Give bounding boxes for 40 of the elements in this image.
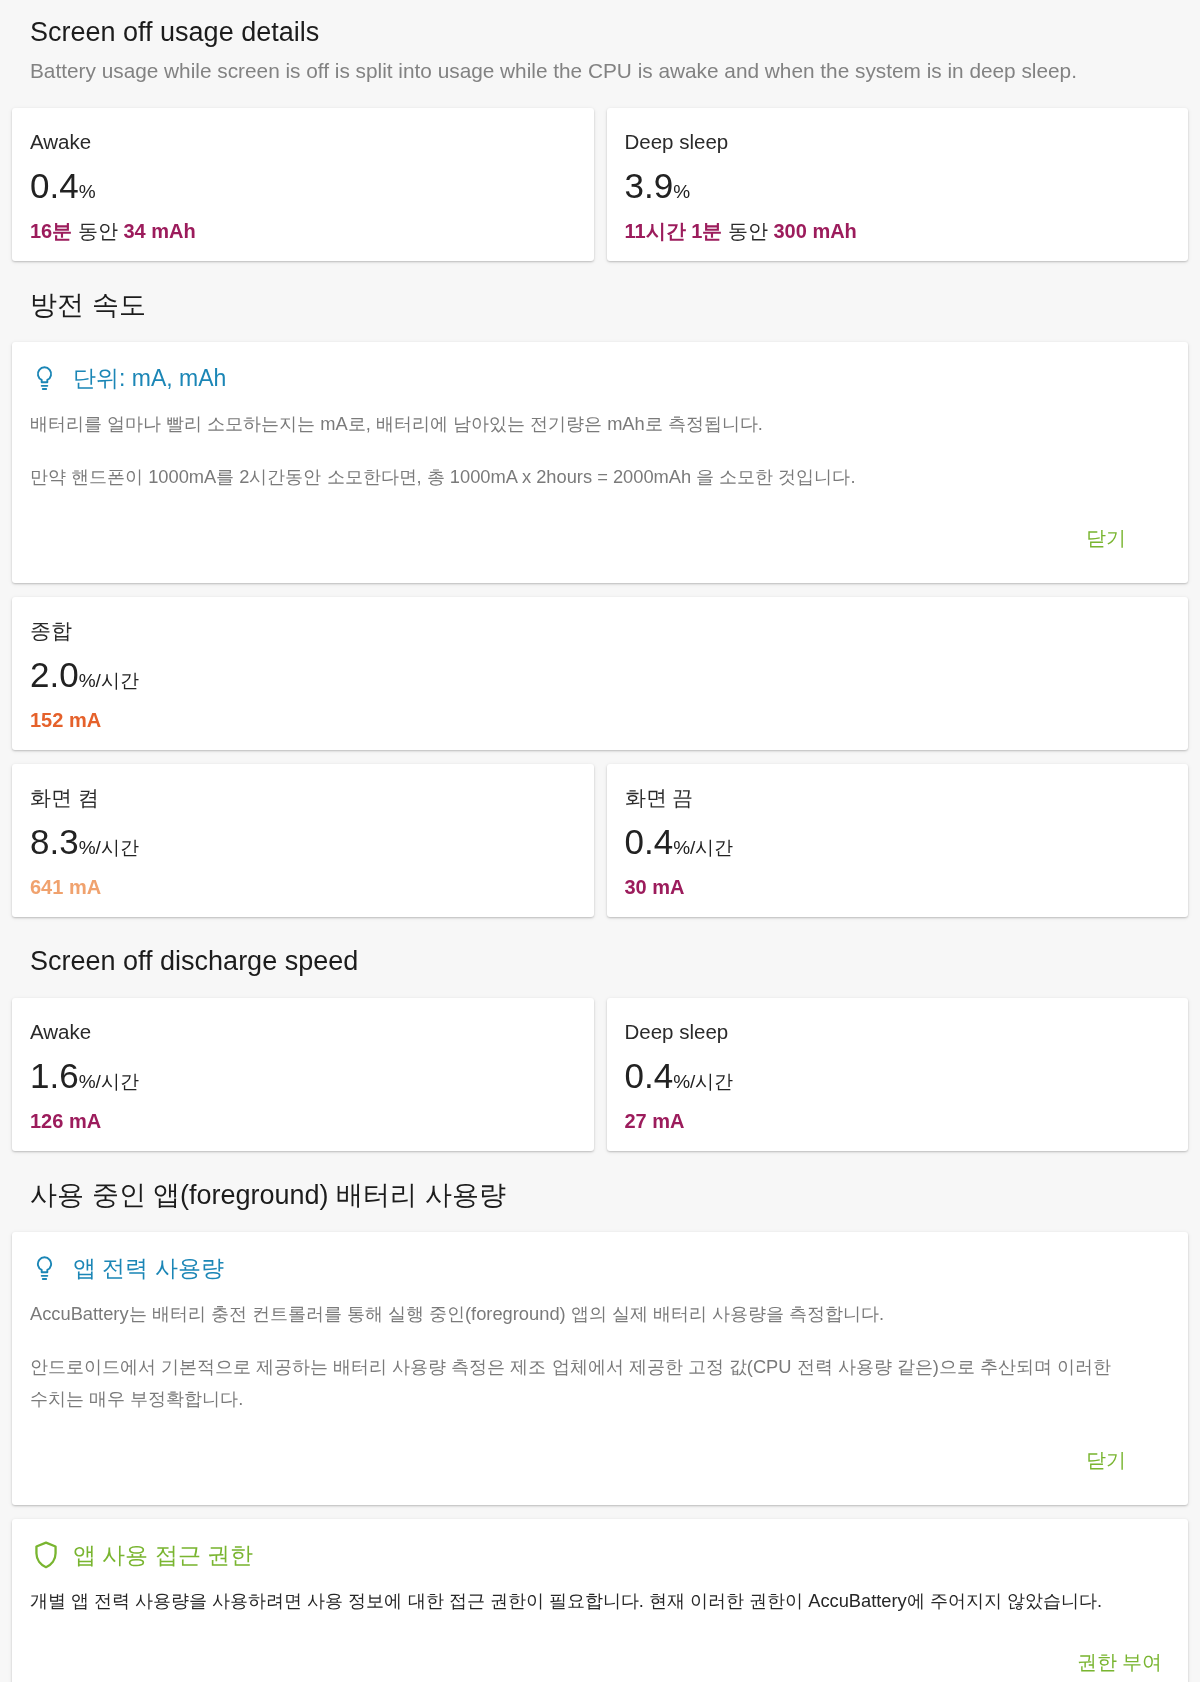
section-title: Screen off discharge speed: [30, 945, 360, 978]
stat-detail: 152 mA: [30, 708, 103, 733]
grant-permission-button[interactable]: 권한 부여: [1068, 1644, 1170, 1680]
section-title: 방전 속도: [30, 289, 147, 322]
permission-title: 앱 사용 접근 권한: [73, 1541, 254, 1569]
stat-detail: 16분 동안 34 mAh: [30, 219, 197, 244]
shield-icon: [35, 1541, 57, 1569]
stat-label: Awake: [30, 1019, 93, 1045]
section-title: Screen off usage details: [30, 16, 321, 49]
section-description: Battery usage while screen is off is split into usage while the CPU is awake and when the system is in deep sleep.: [30, 58, 1078, 84]
stat-value: 0.4%/시간: [624, 1055, 735, 1097]
tip-title: 단위: mA, mAh: [73, 364, 227, 392]
dismiss-button[interactable]: 닫기: [1062, 520, 1150, 556]
stat-label: Deep sleep: [624, 1019, 730, 1045]
lightbulb-icon: [36, 1255, 53, 1281]
tip-title: 앱 전력 사용량: [73, 1254, 224, 1282]
section-title: 사용 중인 앱(foreground) 배터리 사용량: [30, 1179, 507, 1212]
stat-label: 종합: [30, 618, 73, 644]
stat-value: 1.6%/시간: [30, 1055, 140, 1097]
tip-text: 안드로이드에서 기본적으로 제공하는 배터리 사용량 측정은 제조 업체에서 제공한 고정 값(CPU 전력 사용량 같은)으로 추산되며 이러한 수치는 매우 부정확합니다.: [30, 1355, 1112, 1411]
stat-value: 8.3%/시간: [30, 821, 140, 863]
stat-label: Deep sleep: [624, 129, 730, 155]
stat-value: 2.0%/시간: [30, 654, 140, 696]
tip-text: 만약 핸드폰이 1000mA를 2시간동안 소모한다면, 총 1000mA x 2hours = 2000mAh 을 소모한 것입니다.: [30, 465, 857, 489]
stat-detail: 126 mA: [30, 1109, 103, 1134]
lightbulb-icon: [36, 365, 53, 391]
stat-detail: 641 mA: [30, 875, 103, 900]
stat-detail: 11시간 1분 동안 300 mAh: [624, 219, 858, 244]
dismiss-button[interactable]: 닫기: [1062, 1442, 1150, 1478]
tip-text: 배터리를 얼마나 빨리 소모하는지는 mA로, 배터리에 남아있는 전기량은 mAh로 측정됩니다.: [30, 412, 764, 436]
stat-value: 3.9%: [624, 165, 692, 207]
stat-value: 0.4%/시간: [624, 821, 735, 863]
stat-label: 화면 끔: [624, 785, 695, 811]
stat-label: Awake: [30, 129, 93, 155]
tip-text: AccuBattery는 배터리 충전 컨트롤러를 통해 실행 중인(foreground) 앱의 실제 배터리 사용량을 측정합니다.: [30, 1302, 886, 1326]
stat-label: 화면 켬: [30, 785, 100, 811]
stat-detail: 27 mA: [624, 1109, 686, 1134]
stat-detail: 30 mA: [624, 875, 686, 900]
permission-text: 개별 앱 전력 사용량을 사용하려면 사용 정보에 대한 접근 권한이 필요합니다. 현재 이러한 권한이 AccuBattery에 주어지지 않았습니다.: [30, 1589, 1103, 1613]
stat-value: 0.4%: [30, 165, 97, 207]
